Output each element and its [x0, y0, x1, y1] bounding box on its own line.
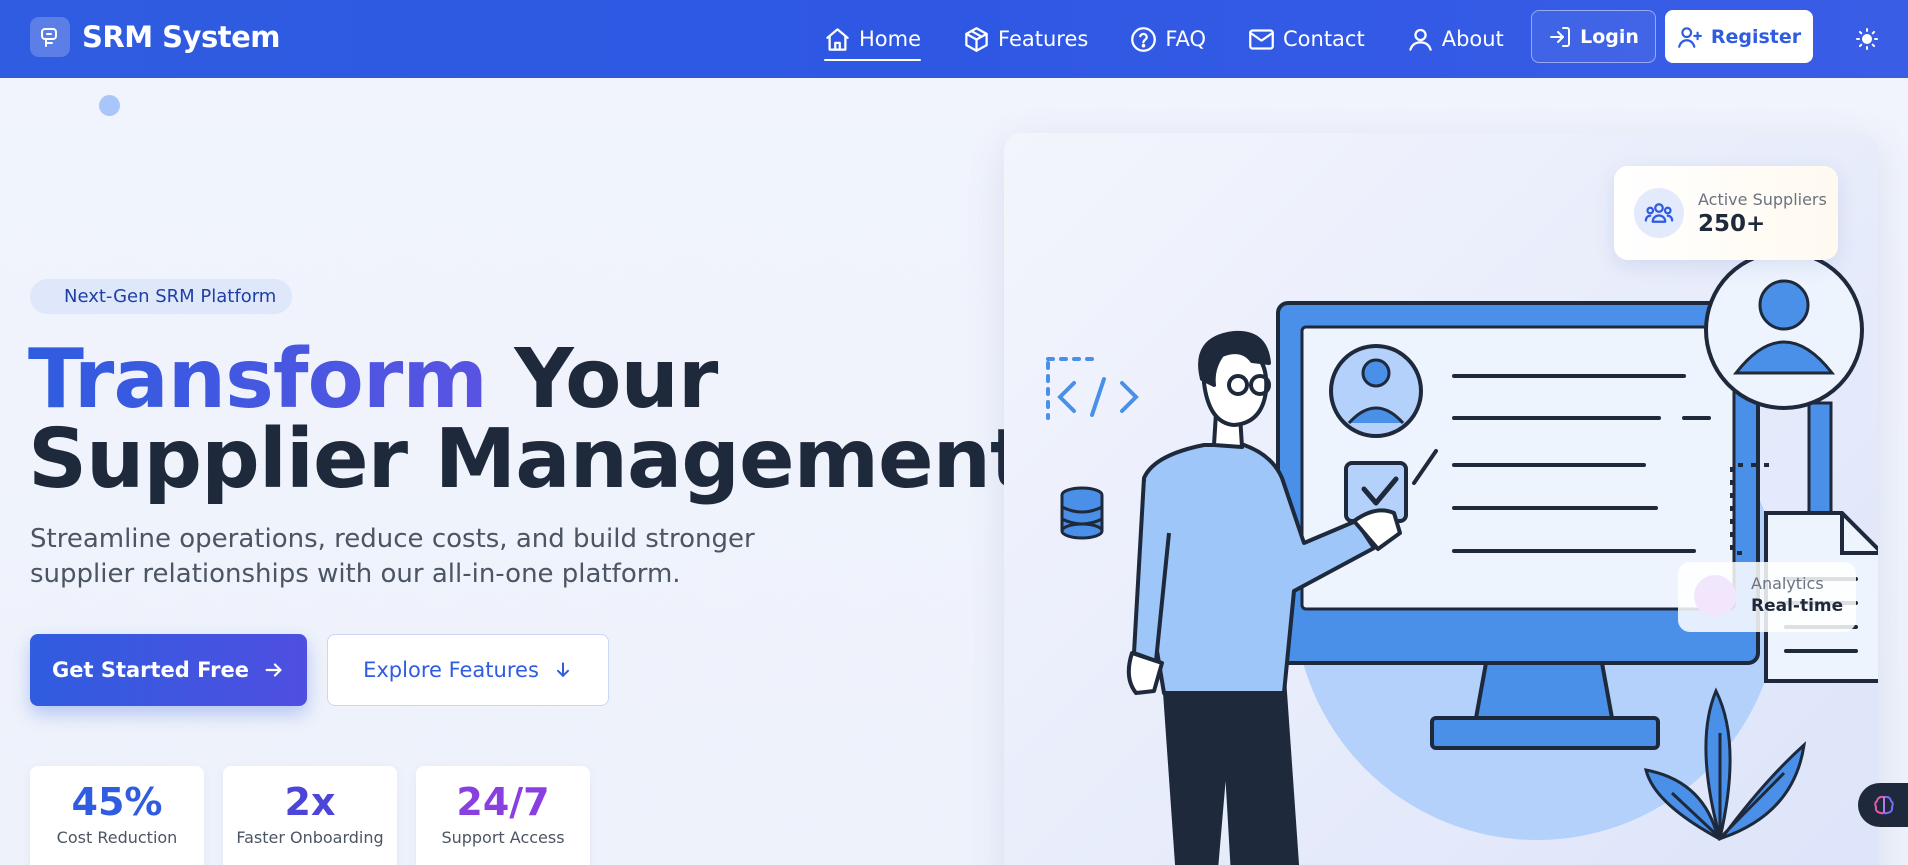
top-navbar: SRM System Home Features FAQ Contact Abo… — [0, 0, 1908, 78]
nav-item-faq[interactable]: FAQ — [1130, 19, 1206, 59]
stat-value: 45% — [71, 780, 163, 824]
analytics-icon — [1694, 575, 1736, 617]
code-icon — [1046, 357, 1139, 420]
nav-item-label: Features — [998, 27, 1089, 51]
analytics-card: Analytics Real-time — [1678, 562, 1856, 632]
nav-item-label: About — [1441, 27, 1504, 51]
stat-card-support: 24/7 Support Access — [416, 766, 590, 865]
nav-item-home[interactable]: Home — [824, 19, 922, 61]
users-icon — [1634, 188, 1684, 238]
user-plus-icon — [1677, 26, 1702, 48]
hero-title-line-2: Supplier Management — [28, 412, 1029, 507]
register-button[interactable]: Register — [1665, 10, 1813, 63]
nav-item-about[interactable]: About — [1407, 19, 1504, 59]
active-suppliers-value: 250+ — [1698, 210, 1766, 237]
nav-item-label: Contact — [1283, 27, 1365, 51]
user-icon — [1408, 28, 1432, 51]
login-label: Login — [1580, 25, 1639, 48]
home-icon — [826, 27, 849, 51]
decorative-dot — [99, 95, 120, 116]
hero-subtitle: Streamline operations, reduce costs, and… — [30, 524, 755, 589]
box-icon — [965, 26, 988, 52]
log-in-icon — [1550, 26, 1571, 47]
analytics-label: Analytics — [1751, 574, 1824, 593]
get-started-label: Get Started Free — [52, 658, 249, 682]
nav-item-label: Home — [859, 27, 922, 51]
nav-item-label: FAQ — [1165, 27, 1206, 51]
analytics-value: Real-time — [1751, 596, 1844, 616]
nav-item-contact[interactable]: Contact — [1248, 19, 1365, 59]
login-button[interactable]: Login — [1531, 10, 1656, 63]
stat-label: Support Access — [441, 828, 565, 847]
stat-label: Cost Reduction — [56, 828, 178, 847]
theme-toggle-button[interactable] — [1852, 24, 1882, 54]
main-nav: Home Features FAQ Contact About — [824, 0, 1546, 78]
brand-logo-icon — [30, 17, 70, 57]
register-label: Register — [1710, 25, 1802, 48]
get-started-button[interactable]: Get Started Free — [30, 634, 307, 706]
stat-value: 2x — [284, 780, 336, 824]
brand[interactable]: SRM System — [30, 17, 280, 57]
active-suppliers-label: Active Suppliers — [1698, 189, 1827, 209]
mail-icon — [1249, 28, 1274, 50]
nav-item-features[interactable]: Features — [963, 19, 1088, 59]
database-icon — [1060, 486, 1104, 540]
sun-icon — [1856, 28, 1878, 50]
stat-label: Faster Onboarding — [236, 828, 384, 847]
active-suppliers-card: Active Suppliers 250+ — [1614, 166, 1838, 260]
arrow-down-icon — [556, 662, 569, 677]
stat-card-cost: 45% Cost Reduction — [30, 766, 204, 865]
explore-features-button[interactable]: Explore Features — [327, 634, 609, 706]
stat-value: 24/7 — [456, 780, 550, 824]
brand-name: SRM System — [82, 20, 280, 54]
arrow-right-icon — [265, 663, 282, 677]
platform-badge: Next-Gen SRM Platform — [30, 279, 293, 314]
stat-card-onboarding: 2x Faster Onboarding — [223, 766, 397, 865]
brain-icon — [1874, 795, 1894, 815]
hero-title: Transform Your Supplier Management — [28, 339, 1029, 501]
explore-features-label: Explore Features — [363, 658, 539, 682]
ai-assistant-button[interactable] — [1858, 783, 1908, 827]
help-circle-icon — [1131, 26, 1157, 52]
